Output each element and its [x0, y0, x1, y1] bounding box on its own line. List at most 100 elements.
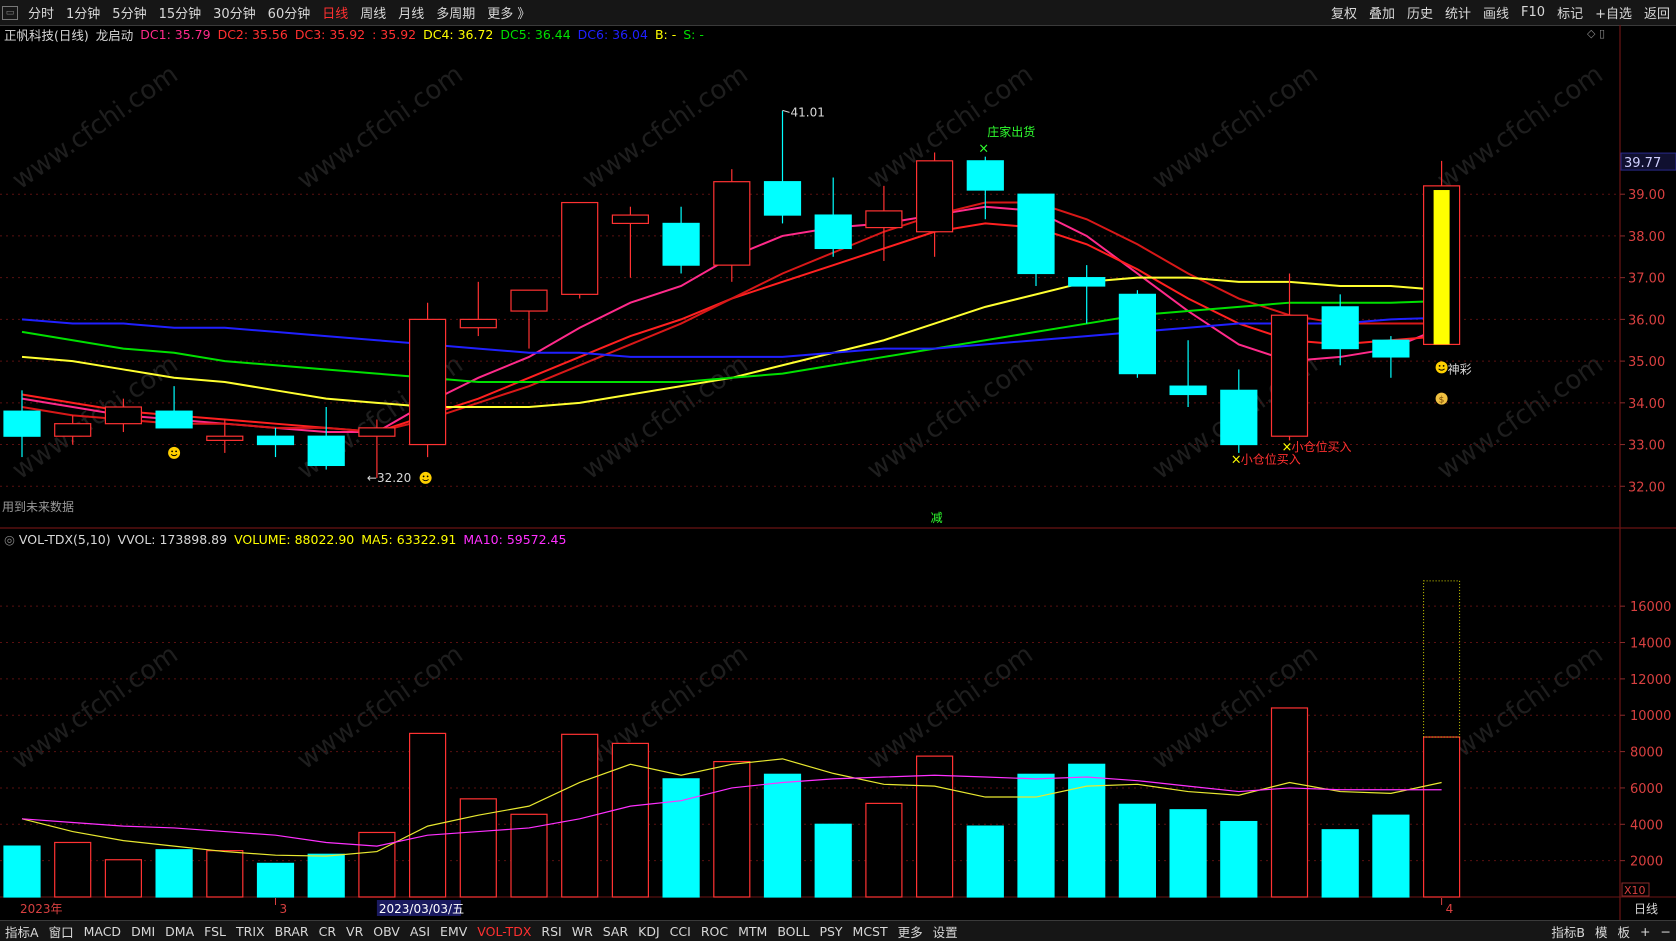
indicator-tab[interactable]: FSL	[199, 924, 231, 939]
indicator-tab[interactable]: PSY	[814, 924, 847, 939]
candle[interactable]	[611, 206, 650, 278]
indicator-tab[interactable]: 设置	[928, 922, 963, 941]
volume-bar[interactable]	[206, 850, 244, 898]
candle-body	[865, 210, 903, 229]
volume-bar[interactable]	[1068, 763, 1106, 898]
svg-text:www.cfchi.com: www.cfchi.com	[1147, 59, 1324, 195]
indicator-tab[interactable]: SAR	[598, 924, 633, 939]
candle[interactable]	[561, 201, 599, 299]
volume-bar[interactable]	[409, 732, 447, 898]
candle[interactable]	[1270, 273, 1309, 441]
candle-body	[662, 222, 700, 266]
indicator-tab[interactable]: RSI	[536, 924, 566, 939]
watermark: www.cfchi.com www.cfchi.com www.cfchi.com w…	[7, 59, 1609, 775]
candle[interactable]	[459, 281, 497, 337]
candle-body	[459, 318, 497, 329]
candle[interactable]	[256, 427, 295, 458]
volume-bar[interactable]	[966, 825, 1004, 898]
volume-bar[interactable]	[307, 853, 345, 898]
indicator-tab-action[interactable]: 指标B	[1546, 922, 1590, 941]
candle[interactable]	[1169, 340, 1207, 407]
indicator-tab[interactable]: DMI	[126, 924, 160, 939]
candle[interactable]	[763, 110, 802, 224]
candle-body	[3, 410, 41, 437]
indicator-tab[interactable]: 窗口	[44, 922, 79, 941]
candle[interactable]	[1017, 193, 1055, 286]
high-price-pointer	[782, 109, 790, 113]
indicator-tab[interactable]: WR	[567, 924, 598, 939]
last-price-label: 39.77	[1624, 156, 1661, 171]
indicator-tab[interactable]: CR	[314, 924, 341, 939]
volume-bar[interactable]	[459, 798, 497, 898]
volume-bar[interactable]	[256, 862, 295, 898]
candle-body	[1372, 339, 1410, 358]
candle-body	[256, 435, 295, 446]
candle[interactable]	[966, 156, 1004, 220]
volume-tick-label: 2000	[1630, 855, 1663, 870]
indicator-tab[interactable]: DMA	[160, 924, 199, 939]
indicator-tab[interactable]: ROC	[696, 924, 733, 939]
candle[interactable]	[865, 185, 903, 261]
candle[interactable]	[1118, 290, 1157, 378]
candle[interactable]	[1372, 336, 1410, 378]
indicator-tab[interactable]: 指标A	[0, 922, 44, 941]
volume-bar[interactable]	[1169, 809, 1207, 898]
volume-bar[interactable]	[1422, 736, 1461, 898]
candle[interactable]	[307, 407, 345, 470]
volume-bar[interactable]	[1017, 773, 1055, 898]
candle-body	[763, 181, 802, 216]
volume-bar[interactable]	[54, 841, 92, 898]
volume-bar[interactable]	[814, 823, 852, 898]
volume-bar[interactable]	[763, 773, 802, 898]
indicator-tab[interactable]: VOL-TDX	[472, 924, 536, 939]
indicator-tab[interactable]: OBV	[368, 924, 405, 939]
candle[interactable]	[358, 419, 396, 478]
candle-body	[104, 406, 143, 425]
volume-bar[interactable]	[104, 859, 143, 898]
indicator-tab-action[interactable]: +	[1635, 924, 1655, 939]
volume-unit-label: X10	[1624, 884, 1646, 897]
svg-text:www.cfchi.com: www.cfchi.com	[577, 59, 754, 195]
indicator-tab[interactable]: ASI	[405, 924, 435, 939]
indicator-tab[interactable]: BRAR	[270, 924, 314, 939]
candle[interactable]	[155, 386, 193, 429]
candle[interactable]	[662, 206, 700, 274]
sell-cross-icon: ×	[978, 141, 989, 156]
candle-body	[814, 214, 852, 250]
candle[interactable]	[409, 302, 447, 458]
indicator-tab[interactable]: BOLL	[772, 924, 814, 939]
indicator-tab[interactable]: VR	[341, 924, 368, 939]
indicator-tab[interactable]: EMV	[435, 924, 472, 939]
indicator-tab[interactable]: MCST	[848, 924, 893, 939]
volume-bar[interactable]	[3, 845, 41, 898]
indicator-tab[interactable]: TRIX	[231, 924, 270, 939]
indicator-tab[interactable]: 更多	[893, 922, 928, 941]
volume-bar[interactable]	[155, 849, 193, 898]
stock-chart[interactable]: www.cfchi.com www.cfchi.com www.cfchi.com w…	[0, 0, 1676, 940]
volume-bar[interactable]	[865, 802, 903, 898]
volume-bar[interactable]	[1372, 814, 1410, 898]
candle[interactable]	[713, 169, 751, 282]
volume-bar[interactable]	[510, 813, 548, 898]
indicator-tab[interactable]: MACD	[79, 924, 126, 939]
candle[interactable]	[814, 177, 852, 257]
volume-bar[interactable]	[662, 778, 700, 898]
volume-bar[interactable]	[915, 755, 954, 898]
candle[interactable]	[1220, 369, 1258, 453]
indicator-tab-action[interactable]: 模	[1590, 922, 1613, 941]
future-data-note: 用到未来数据	[2, 499, 74, 514]
candle[interactable]	[1068, 265, 1106, 324]
indicator-tab[interactable]: MTM	[733, 924, 772, 939]
candle[interactable]	[915, 152, 954, 257]
indicator-tab[interactable]: CCI	[665, 924, 696, 939]
volume-bar[interactable]	[1270, 707, 1309, 898]
volume-bar[interactable]	[358, 831, 396, 898]
volume-bar[interactable]	[713, 760, 751, 898]
candle-body	[206, 435, 244, 441]
indicator-tab[interactable]: KDJ	[633, 924, 665, 939]
volume-bar[interactable]	[1220, 820, 1258, 898]
indicator-tab-action[interactable]: 板	[1613, 922, 1636, 941]
indicator-tab-action[interactable]: −	[1656, 924, 1676, 939]
volume-bar[interactable]	[1118, 803, 1157, 898]
volume-bar[interactable]	[1321, 829, 1359, 898]
